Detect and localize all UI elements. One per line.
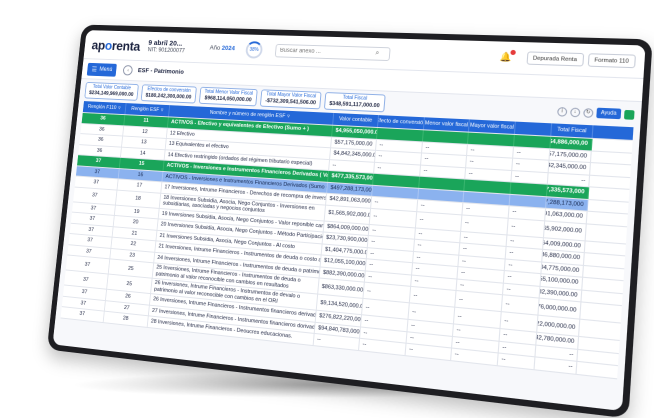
- toolbar: i ↓ ↻ Ayuda: [556, 106, 635, 120]
- filter-icon[interactable]: ▿: [118, 106, 121, 112]
- summary-card-total-fiscal: Total Fiscal $348,591,117,000.00: [323, 92, 386, 113]
- cell-total: $1,565,902,000.00: [544, 220, 587, 240]
- col-header-renglon-esf[interactable]: Renglón ESF ▿: [125, 103, 171, 117]
- col-header-efecto-conversion[interactable]: Efecto de conversión: [378, 115, 425, 130]
- col-header-total-fiscal[interactable]: Total Fiscal: [551, 123, 594, 138]
- cell-total: $57,175,000.00: [549, 148, 592, 163]
- col-header-valor-contable[interactable]: Valor contable: [333, 112, 380, 128]
- cell-ajuste: --: [501, 295, 540, 315]
- year-selector[interactable]: Año 2024: [209, 45, 246, 53]
- table-body: 36 11 ACTIVOS - Efectivo y equivalentes de…: [60, 112, 633, 379]
- col-header-menor-valor[interactable]: Menor valor fiscal: [423, 117, 470, 132]
- company-info: 9 abril 20... NIT: 901200077: [147, 38, 210, 57]
- app-screen: aporenta 9 abril 20... NIT: 901200077 Añ…: [52, 30, 646, 412]
- company-nit: NIT: 901200077: [147, 47, 186, 54]
- summary-card-efectos-conversion: Efectos de conversión $180,242,300,000.00: [140, 84, 197, 104]
- col-header-renglon-f110[interactable]: Renglón F110 ▿: [82, 101, 127, 115]
- summary-card-valor-contable: Total Valor Contable $234,149,969,000.00: [84, 81, 139, 101]
- back-icon[interactable]: ‹: [122, 65, 134, 76]
- info-icon[interactable]: i: [556, 106, 568, 117]
- filter-icon[interactable]: ▿: [161, 108, 164, 114]
- formato-110-button[interactable]: Formato 110: [587, 53, 637, 69]
- col-header-blank: [514, 121, 553, 136]
- search-icon[interactable]: ⌕: [375, 49, 379, 57]
- depurada-renta-button[interactable]: Depurada Renta: [526, 51, 584, 67]
- cell-ajuste: --: [507, 218, 546, 237]
- filter-icon[interactable]: ▿: [287, 114, 290, 120]
- summary-card-menor-valor: Total Menor Valor Fiscal $968,114,050,000…: [198, 86, 259, 107]
- summary-card-mayor-valor: Total Mayor Valor Fiscal -$732,309,541,50…: [260, 89, 322, 110]
- notification-dot: [509, 49, 516, 56]
- col-header-mayor-valor[interactable]: Mayor valor fiscal: [468, 119, 516, 134]
- cell-ajuste: [514, 134, 552, 148]
- menu-button[interactable]: ☰ Menú: [86, 62, 118, 77]
- cell-ajuste: --: [512, 158, 550, 172]
- download-icon[interactable]: ↓: [569, 107, 581, 117]
- page-title: ESF - Patrimonio: [137, 67, 185, 76]
- hamburger-icon: ☰: [91, 66, 98, 73]
- cell-ajuste: --: [511, 170, 549, 184]
- help-button[interactable]: Ayuda: [596, 107, 622, 120]
- notification-bell-icon[interactable]: 🔔: [500, 49, 516, 64]
- refresh-icon[interactable]: ↻: [583, 107, 594, 118]
- cell-total: $4,886,000,00: [550, 136, 593, 150]
- cell-ajuste: [510, 182, 548, 196]
- search-input[interactable]: [279, 47, 376, 57]
- stage: aporenta 9 abril 20... NIT: 901200077 Añ…: [0, 0, 654, 418]
- search-box[interactable]: ⌕: [274, 43, 391, 61]
- laptop-frame: aporenta 9 abril 20... NIT: 901200077 Añ…: [46, 24, 653, 418]
- app-logo[interactable]: aporenta: [91, 37, 149, 53]
- esf-table: Renglón F110 ▿ Renglón ESF ▿ Nombre y núme…: [60, 101, 634, 379]
- cell-ajuste: --: [513, 146, 551, 160]
- export-excel-icon[interactable]: [623, 109, 635, 120]
- progress-gauge: 38%: [245, 40, 264, 59]
